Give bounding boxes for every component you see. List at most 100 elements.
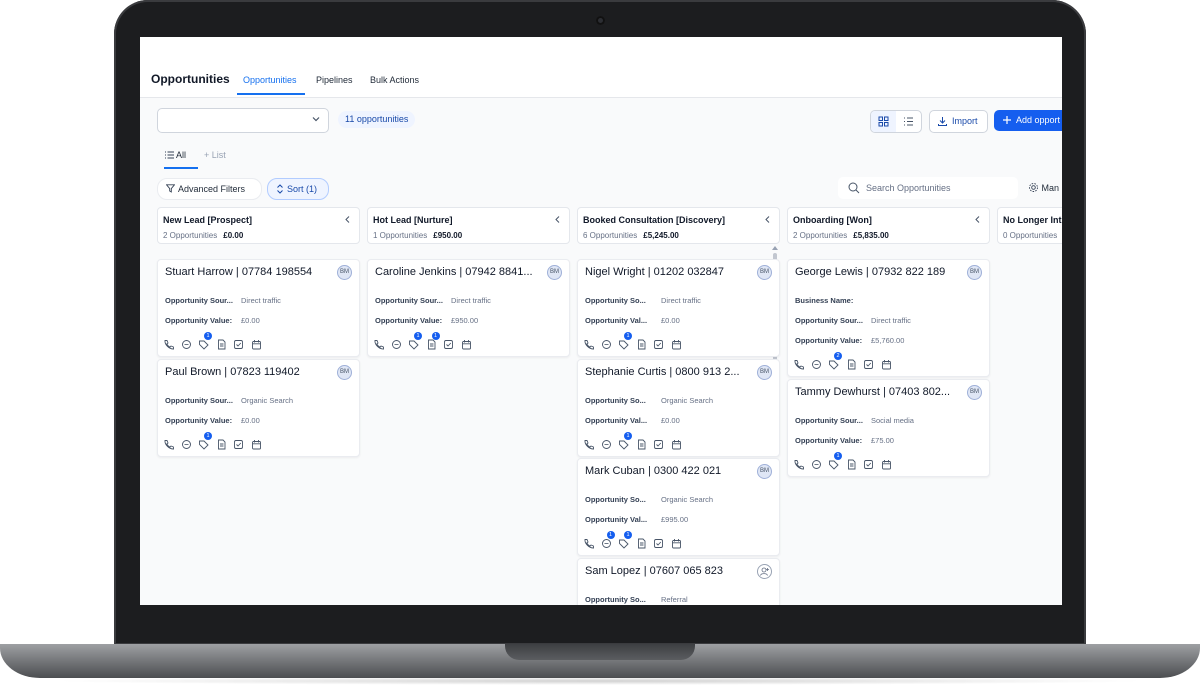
card-actions: 1 xyxy=(583,332,693,350)
checkbox-icon[interactable] xyxy=(653,437,664,449)
column-total: £5,835.00 xyxy=(853,231,889,240)
phone-icon[interactable] xyxy=(163,437,174,450)
checkbox-icon[interactable] xyxy=(443,337,454,349)
opportunity-card[interactable]: George Lewis | 07932 822 189 BM Business N… xyxy=(787,259,990,377)
phone-icon[interactable] xyxy=(793,457,804,470)
opportunity-card[interactable]: Tammy Dewhurst | 07403 802... BM Opportuni… xyxy=(787,379,990,477)
chevron-left-icon[interactable] xyxy=(974,215,982,224)
chat-icon[interactable] xyxy=(811,357,822,369)
calendar-icon[interactable] xyxy=(671,337,682,350)
opportunity-card[interactable]: Stephanie Curtis | 0800 913 2... BM Opport… xyxy=(577,359,780,457)
tag-icon[interactable]: 1 xyxy=(408,332,422,350)
phone-icon[interactable] xyxy=(583,536,594,549)
tag-icon[interactable]: 2 xyxy=(828,352,842,370)
phone-icon[interactable] xyxy=(373,337,384,350)
chat-icon[interactable] xyxy=(391,337,402,349)
checkbox-icon[interactable] xyxy=(233,337,244,349)
board-view-button[interactable] xyxy=(871,111,896,132)
opportunity-card[interactable]: Caroline Jenkins | 07942 8841... BM Opport… xyxy=(367,259,570,357)
sort-button[interactable]: Sort (1) xyxy=(267,178,329,200)
field-value: £0.00 xyxy=(241,416,260,425)
calendar-icon[interactable] xyxy=(251,337,262,350)
avatar[interactable]: BM xyxy=(337,365,352,380)
page-title: Opportunities xyxy=(151,72,230,86)
field-value: Direct traffic xyxy=(661,296,701,305)
chat-icon[interactable] xyxy=(181,437,192,449)
manage-fields-button[interactable]: Man xyxy=(1028,182,1059,193)
phone-icon[interactable] xyxy=(583,437,594,450)
search-input[interactable] xyxy=(866,181,1006,195)
checkbox-icon[interactable] xyxy=(863,357,874,369)
add-opportunity-button[interactable]: Add opport xyxy=(994,110,1062,131)
calendar-icon[interactable] xyxy=(461,337,472,350)
chevron-left-icon[interactable] xyxy=(554,215,562,224)
advanced-filters-button[interactable]: Advanced Filters xyxy=(157,178,262,200)
chat-icon[interactable] xyxy=(601,337,612,349)
phone-icon[interactable] xyxy=(583,337,594,350)
app-screen: Opportunities Opportunities Pipelines Bu… xyxy=(140,37,1062,605)
tab-bulk-actions[interactable]: Bulk Actions xyxy=(370,75,419,85)
calendar-icon[interactable] xyxy=(881,357,892,370)
field-value: £0.00 xyxy=(661,416,680,425)
tag-icon[interactable]: 1 xyxy=(618,432,632,450)
card-field: Opportunity Sour... Direct traffic xyxy=(165,296,281,305)
opportunity-card[interactable]: Nigel Wright | 01202 032847 BM Opportunity… xyxy=(577,259,780,357)
opportunity-card[interactable]: Sam Lopez | 07607 065 823 Opportunity So.… xyxy=(577,558,780,605)
chevron-left-icon[interactable] xyxy=(344,215,352,224)
view-tab-all[interactable]: All xyxy=(165,150,186,160)
document-icon[interactable] xyxy=(636,337,647,350)
card-field: Opportunity So... Organic Search xyxy=(585,495,713,504)
calendar-icon[interactable] xyxy=(671,437,682,450)
chat-icon[interactable] xyxy=(811,457,822,469)
tag-icon[interactable]: 1 xyxy=(198,332,212,350)
tag-icon[interactable]: 1 xyxy=(618,332,632,350)
avatar[interactable]: BM xyxy=(967,385,982,400)
tag-icon[interactable]: 1 xyxy=(198,432,212,450)
sort-icon xyxy=(277,184,283,194)
avatar[interactable]: BM xyxy=(757,464,772,479)
opportunity-card[interactable]: Mark Cuban | 0300 422 021 BM Opportunity S… xyxy=(577,458,780,556)
document-icon[interactable] xyxy=(636,536,647,549)
opportunity-card[interactable]: Stuart Harrow | 07784 198554 BM Opportunit… xyxy=(157,259,360,357)
chat-icon[interactable]: 1 xyxy=(601,531,615,548)
column-header-new-lead: New Lead [Prospect] 2 Opportunities £0.00 xyxy=(157,207,360,244)
tag-icon[interactable]: 1 xyxy=(618,531,632,549)
calendar-icon[interactable] xyxy=(251,437,262,450)
pipeline-select[interactable] xyxy=(157,108,329,133)
phone-icon[interactable] xyxy=(163,337,174,350)
checkbox-icon[interactable] xyxy=(653,536,664,548)
checkbox-icon[interactable] xyxy=(653,337,664,349)
count-badge: 2 xyxy=(834,352,842,360)
avatar[interactable]: BM xyxy=(547,265,562,280)
checkbox-icon[interactable] xyxy=(863,457,874,469)
document-icon[interactable] xyxy=(216,437,227,450)
document-icon[interactable] xyxy=(636,437,647,450)
document-icon[interactable] xyxy=(216,337,227,350)
add-list-button[interactable]: + List xyxy=(204,150,226,160)
count-badge: 1 xyxy=(624,531,632,539)
assign-user-icon[interactable] xyxy=(757,564,772,579)
tab-opportunities[interactable]: Opportunities xyxy=(243,75,297,85)
document-icon[interactable]: 1 xyxy=(426,332,440,350)
chat-icon[interactable] xyxy=(181,337,192,349)
calendar-icon[interactable] xyxy=(881,457,892,470)
chevron-left-icon[interactable] xyxy=(764,215,772,224)
opportunity-card[interactable]: Paul Brown | 07823 119402 BM Opportunity S… xyxy=(157,359,360,457)
avatar[interactable]: BM xyxy=(337,265,352,280)
document-icon[interactable] xyxy=(846,357,857,370)
phone-icon[interactable] xyxy=(793,357,804,370)
column-header-booked-consultation: Booked Consultation [Discovery] 6 Opport… xyxy=(577,207,780,244)
avatar[interactable]: BM xyxy=(757,265,772,280)
checkbox-icon[interactable] xyxy=(233,437,244,449)
avatar[interactable]: BM xyxy=(757,365,772,380)
tab-pipelines[interactable]: Pipelines xyxy=(316,75,353,85)
import-button[interactable]: Import xyxy=(929,110,988,133)
scroll-up-arrow[interactable] xyxy=(772,246,778,250)
column-header-no-longer-interested: No Longer Int 0 Opportunities xyxy=(997,207,1062,244)
chat-icon[interactable] xyxy=(601,437,612,449)
list-view-button[interactable] xyxy=(896,111,921,132)
calendar-icon[interactable] xyxy=(671,536,682,549)
document-icon[interactable] xyxy=(846,457,857,470)
avatar[interactable]: BM xyxy=(967,265,982,280)
tag-icon[interactable]: 1 xyxy=(828,452,842,470)
